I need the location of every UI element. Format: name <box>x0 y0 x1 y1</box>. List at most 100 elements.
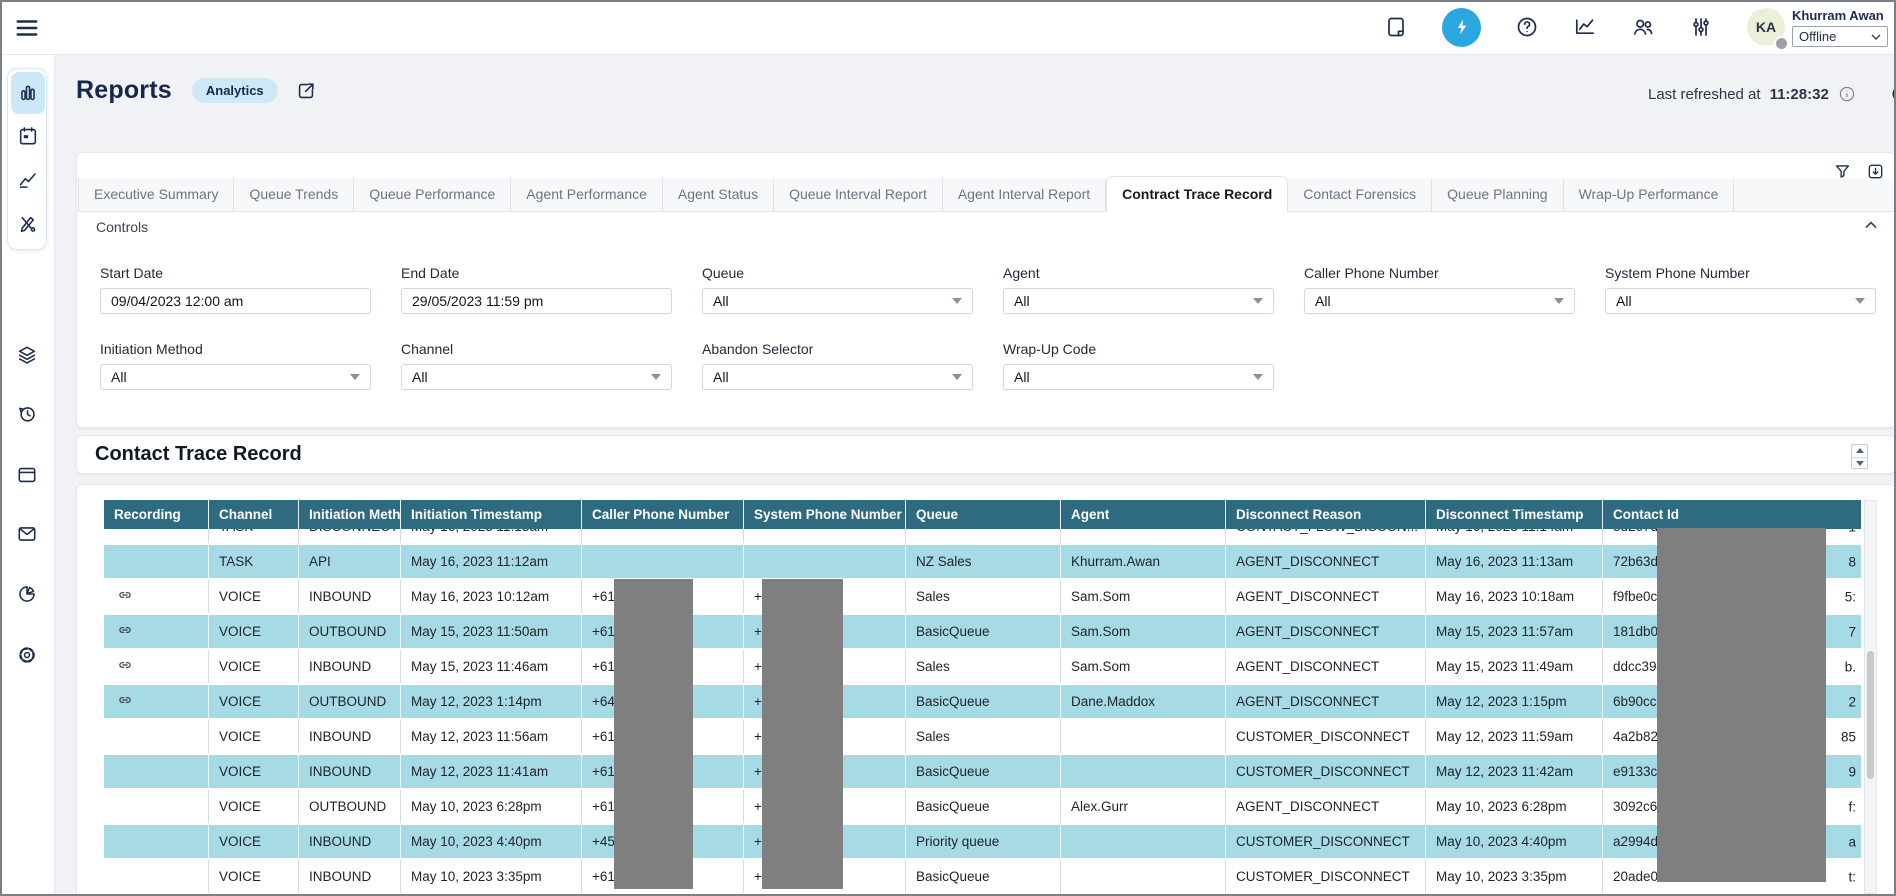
recording-link-icon[interactable] <box>117 657 133 676</box>
external-link-icon[interactable] <box>295 80 317 102</box>
tab-1[interactable]: Queue Trends <box>234 178 354 211</box>
column-header-7[interactable]: Agent <box>1061 500 1226 529</box>
recording-link-icon[interactable] <box>117 622 133 641</box>
cell-initiation-timestamp: May 12, 2023 1:14pm <box>401 685 582 718</box>
table-row-10[interactable]: VOICE INBOUND May 10, 2023 3:35pm +614 +… <box>104 860 1861 895</box>
tab-5[interactable]: Queue Interval Report <box>774 178 943 211</box>
dropdown-caret-icon <box>350 374 360 380</box>
tab-2[interactable]: Queue Performance <box>354 178 511 211</box>
cell-initiation-timestamp: May 12, 2023 11:56am <box>401 720 582 753</box>
table-row-8[interactable]: VOICE OUTBOUND May 10, 2023 6:28pm +614 … <box>104 790 1861 825</box>
tab-6[interactable]: Agent Interval Report <box>943 178 1106 211</box>
filter-input[interactable]: All <box>1003 364 1274 390</box>
filter-input[interactable]: All <box>401 364 672 390</box>
table-row-7[interactable]: VOICE INBOUND May 12, 2023 11:41am +614 … <box>104 755 1861 790</box>
cell-disconnect-reason: CUSTOMER_DISCONNECT <box>1226 720 1426 753</box>
filter-input[interactable]: All <box>1304 288 1575 314</box>
column-header-3[interactable]: Initiation Timestamp <box>401 500 582 529</box>
tab-3[interactable]: Agent Performance <box>511 178 663 211</box>
table-row-4[interactable]: VOICE INBOUND May 15, 2023 11:46am +614 … <box>104 650 1861 685</box>
menu-icon[interactable] <box>14 15 40 41</box>
cell-queue: BasicQueue <box>906 615 1061 648</box>
column-header-4[interactable]: Caller Phone Number <box>582 500 744 529</box>
column-header-label: Agent <box>1071 507 1109 522</box>
stepper-down-button[interactable] <box>1852 458 1867 470</box>
column-header-10[interactable]: Contact Id <box>1603 500 1861 529</box>
sidebar-item-window[interactable] <box>8 457 46 493</box>
tab-4[interactable]: Agent Status <box>663 178 774 211</box>
cell-channel: VOICE <box>209 580 299 613</box>
sidebar-item-analytics[interactable] <box>8 576 46 612</box>
sidebar-item-reports[interactable] <box>11 72 45 114</box>
table-scroll-stepper <box>1851 444 1868 469</box>
tab-7[interactable]: Contract Trace Record <box>1106 176 1288 212</box>
sidebar-item-schedule[interactable] <box>11 114 45 158</box>
cell-disconnect-timestamp: May 12, 2023 1:15pm <box>1426 685 1603 718</box>
sliders-icon[interactable] <box>1689 15 1713 39</box>
table-row-6[interactable]: VOICE INBOUND May 12, 2023 11:56am +614 … <box>104 720 1861 755</box>
tab-10[interactable]: Wrap-Up Performance <box>1564 178 1735 211</box>
info-icon[interactable] <box>1838 85 1856 103</box>
filter-label: System Phone Number <box>1605 265 1876 281</box>
filter-icon[interactable] <box>1833 162 1852 181</box>
table-row-2[interactable]: VOICE INBOUND May 16, 2023 10:12am +614 … <box>104 580 1861 615</box>
filter-input[interactable]: All <box>702 288 973 314</box>
column-header-5[interactable]: System Phone Number <box>744 500 906 529</box>
tab-8[interactable]: Contact Forensics <box>1288 178 1432 211</box>
dropdown-caret-icon <box>1253 374 1263 380</box>
recording-link-icon[interactable] <box>117 692 133 711</box>
last-refreshed: Last refreshed at 11:28:32 <box>1648 82 1896 106</box>
filter-row-2: Initiation Method All Channel All Ab <box>100 341 1274 390</box>
tab-label: Wrap-Up Performance <box>1579 186 1719 202</box>
status-select[interactable]: Offline <box>1792 26 1888 47</box>
scrollbar-thumb[interactable] <box>1867 651 1874 779</box>
table-row-5[interactable]: VOICE OUTBOUND May 12, 2023 1:14pm +642 … <box>104 685 1861 720</box>
tab-label: Agent Status <box>678 186 758 202</box>
window-icon <box>16 464 38 486</box>
refresh-icon[interactable] <box>1889 82 1896 106</box>
cell-disconnect-timestamp: May 16, 2023 11:14am <box>1426 529 1603 543</box>
flash-icon[interactable] <box>1442 8 1481 47</box>
filter-input[interactable]: All <box>1605 288 1876 314</box>
chevron-up-icon[interactable] <box>1861 215 1881 235</box>
mail-icon <box>16 523 38 545</box>
filter-input[interactable]: 29/05/2023 11:59 pm <box>401 288 672 314</box>
table-row-1[interactable]: TASK API May 16, 2023 11:12am NZ Sales K… <box>104 545 1861 580</box>
table-row-3[interactable]: VOICE OUTBOUND May 15, 2023 11:50am +614… <box>104 615 1861 650</box>
filter-input[interactable]: All <box>702 364 973 390</box>
sidebar-item-history[interactable] <box>8 396 46 432</box>
metrics-icon[interactable] <box>1573 15 1597 39</box>
filter-input[interactable]: 09/04/2023 12:00 am <box>100 288 371 314</box>
help-icon[interactable] <box>1515 15 1539 39</box>
sidebar-item-designer[interactable] <box>11 202 45 246</box>
filter-input[interactable]: All <box>1003 288 1274 314</box>
column-header-2[interactable]: Initiation Method <box>299 500 401 529</box>
notes-icon[interactable] <box>1384 15 1408 39</box>
contact-id-tail: 5: <box>1845 589 1856 604</box>
cell-agent <box>1061 529 1226 543</box>
filter-label: Initiation Method <box>100 341 371 357</box>
column-header-8[interactable]: Disconnect Reason <box>1226 500 1426 529</box>
download-icon[interactable] <box>1866 162 1885 181</box>
filter-input[interactable]: All <box>100 364 371 390</box>
column-header-0[interactable]: Recording <box>104 500 209 529</box>
sidebar-item-trends[interactable] <box>11 158 45 202</box>
sidebar-item-settings[interactable] <box>8 637 46 673</box>
table-row-9[interactable]: VOICE INBOUND May 10, 2023 4:40pm +457 +… <box>104 825 1861 860</box>
redaction-box <box>762 579 843 889</box>
recording-link-icon[interactable] <box>117 587 133 606</box>
tab-0[interactable]: Executive Summary <box>78 178 234 211</box>
tab-9[interactable]: Queue Planning <box>1432 178 1563 211</box>
cell-queue: BasicQueue <box>906 685 1061 718</box>
table-scrollbar[interactable] <box>1864 500 1877 894</box>
filter-0: Initiation Method All <box>100 341 371 390</box>
sidebar-item-layers[interactable] <box>8 337 46 373</box>
column-header-6[interactable]: Queue <box>906 500 1061 529</box>
stepper-up-button[interactable] <box>1852 445 1867 458</box>
column-header-1[interactable]: Channel <box>209 500 299 529</box>
table-row-0[interactable]: TASK DISCONNECT May 16, 2023 11:13am CON… <box>104 529 1861 545</box>
contacts-icon[interactable] <box>1631 15 1655 39</box>
cell-recording <box>104 685 209 718</box>
column-header-9[interactable]: Disconnect Timestamp <box>1426 500 1603 529</box>
sidebar-item-mail[interactable] <box>8 516 46 552</box>
